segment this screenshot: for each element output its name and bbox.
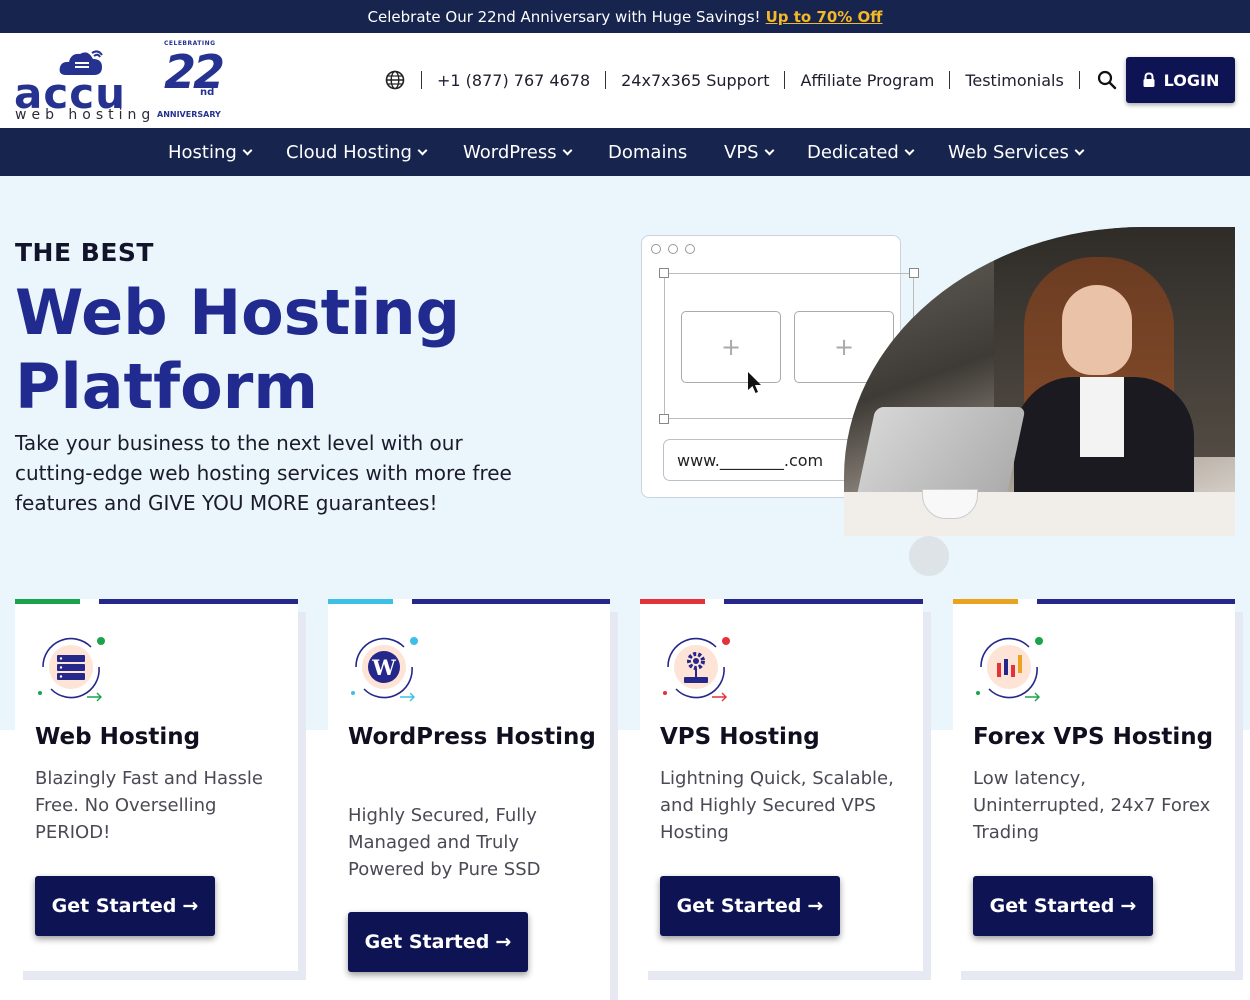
card-wordpress-hosting: W WordPress Hosting Highly Secured, Full… xyxy=(328,599,610,1000)
promo-bar: Celebrate Our 22nd Anniversary with Huge… xyxy=(0,0,1250,33)
nav-item-vps[interactable]: VPS xyxy=(724,128,775,176)
promo-text: Celebrate Our 22nd Anniversary with Huge… xyxy=(367,7,761,26)
get-started-button[interactable]: Get Started → xyxy=(973,876,1153,936)
nav-label: Web Services xyxy=(948,141,1069,163)
chevron-down-icon xyxy=(764,145,775,155)
card-accent-bar xyxy=(953,599,1018,604)
card-accent-bar xyxy=(1037,599,1235,604)
globe-icon[interactable] xyxy=(384,69,406,91)
affiliate-link[interactable]: Affiliate Program xyxy=(800,71,934,90)
card-vps-hosting: VPS Hosting Lightning Quick, Scalable, a… xyxy=(640,599,923,971)
svg-text:W: W xyxy=(371,655,396,680)
logo[interactable]: accu web hosting CELEBRATING 22 nd ANNIV… xyxy=(14,40,229,123)
card-accent-bar xyxy=(15,599,80,604)
card-description: Highly Secured, Fully Managed and Truly … xyxy=(348,805,541,880)
arrow-right-icon: → xyxy=(495,931,512,953)
button-label: Get Started xyxy=(51,895,177,917)
nav-divider xyxy=(949,71,951,89)
decorative-circle xyxy=(909,536,949,576)
hero-title: Web Hosting Platform xyxy=(15,276,460,423)
nav-item-hosting[interactable]: Hosting xyxy=(168,128,253,176)
hero-description: Take your business to the next level wit… xyxy=(15,431,512,515)
login-button[interactable]: LOGIN xyxy=(1126,57,1235,103)
card-accent-bar xyxy=(412,599,610,604)
logo-tagline: web hosting xyxy=(15,107,156,123)
vps-gear-icon xyxy=(663,637,730,702)
card-description: Lightning Quick, Scalable, and Highly Se… xyxy=(660,768,894,843)
get-started-button[interactable]: Get Started → xyxy=(35,876,215,936)
card-title: WordPress Hosting xyxy=(348,724,596,750)
card-title: Forex VPS Hosting xyxy=(973,724,1214,750)
nav-item-cloud-hosting[interactable]: Cloud Hosting xyxy=(286,128,428,176)
arrow-right-icon: → xyxy=(1120,895,1137,917)
nav-item-wordpress[interactable]: WordPress xyxy=(463,128,573,176)
window-dots xyxy=(651,244,695,254)
button-label: Get Started xyxy=(364,931,490,953)
get-started-button[interactable]: Get Started → xyxy=(660,876,840,936)
testimonials-link[interactable]: Testimonials xyxy=(965,71,1064,90)
nav-divider xyxy=(605,71,607,89)
arrow-right-icon: → xyxy=(807,895,824,917)
get-started-button[interactable]: Get Started → xyxy=(348,912,528,972)
chevron-down-icon xyxy=(417,145,428,155)
phone-link[interactable]: +1 (877) 767 4678 xyxy=(437,71,590,90)
arrow-right-icon: → xyxy=(182,895,199,917)
lock-icon xyxy=(1143,72,1155,87)
site-header: accu web hosting CELEBRATING 22 nd ANNIV… xyxy=(0,33,1250,128)
card-title: Web Hosting xyxy=(35,724,201,750)
add-block-box: + xyxy=(681,311,781,383)
card-description: Low latency, Uninterrupted, 24x7 Forex T… xyxy=(973,768,1211,843)
card-accent-bar xyxy=(640,599,705,604)
nav-label: Domains xyxy=(608,141,688,163)
server-icon xyxy=(38,637,105,702)
top-nav: +1 (877) 767 4678 24x7x365 Support Affil… xyxy=(384,66,1117,94)
nav-label: Cloud Hosting xyxy=(286,141,412,163)
cursor-icon xyxy=(748,372,761,393)
search-icon[interactable] xyxy=(1097,70,1117,90)
card-accent-bar xyxy=(328,599,393,604)
chevron-down-icon xyxy=(1074,145,1085,155)
promo-link[interactable]: Up to 70% Off xyxy=(766,8,883,26)
wordpress-icon: W xyxy=(351,637,418,702)
card-accent-bar xyxy=(99,599,298,604)
support-link[interactable]: 24x7x365 Support xyxy=(621,71,769,90)
nav-item-domains[interactable]: Domains xyxy=(608,128,687,176)
card-accent-bar xyxy=(724,599,923,604)
anniversary-badge: CELEBRATING 22 nd ANNIVERSARY xyxy=(154,40,234,123)
domain-field: www.________.com xyxy=(663,439,873,481)
nav-item-dedicated[interactable]: Dedicated xyxy=(807,128,915,176)
nav-label: VPS xyxy=(724,141,759,163)
button-label: Get Started xyxy=(989,895,1115,917)
card-forex-vps-hosting: Forex VPS Hosting Low latency, Uninterru… xyxy=(953,599,1235,971)
chevron-down-icon xyxy=(562,145,573,155)
nav-label: WordPress xyxy=(463,141,557,163)
nav-label: Hosting xyxy=(168,141,237,163)
nav-divider xyxy=(1078,71,1080,89)
card-web-hosting: Web Hosting Blazingly Fast and Hassle Fr… xyxy=(15,599,298,971)
nav-divider xyxy=(421,71,422,89)
anniversary-suffix: nd xyxy=(200,87,215,98)
nav-label: Dedicated xyxy=(807,141,899,163)
card-description: Blazingly Fast and Hassle Free. No Overs… xyxy=(35,768,263,843)
nav-divider xyxy=(784,71,786,89)
hero-eyebrow: THE BEST xyxy=(15,238,154,267)
chevron-down-icon xyxy=(242,145,253,155)
forex-chart-icon xyxy=(976,637,1043,702)
card-title: VPS Hosting xyxy=(660,724,820,750)
anniversary-bottom: ANNIVERSARY xyxy=(157,110,221,119)
chevron-down-icon xyxy=(904,145,915,155)
button-label: Get Started xyxy=(676,895,802,917)
nav-item-web-services[interactable]: Web Services xyxy=(948,128,1085,176)
login-label: LOGIN xyxy=(1163,70,1220,90)
main-nav: Hosting Cloud Hosting WordPress Domains … xyxy=(0,128,1250,176)
